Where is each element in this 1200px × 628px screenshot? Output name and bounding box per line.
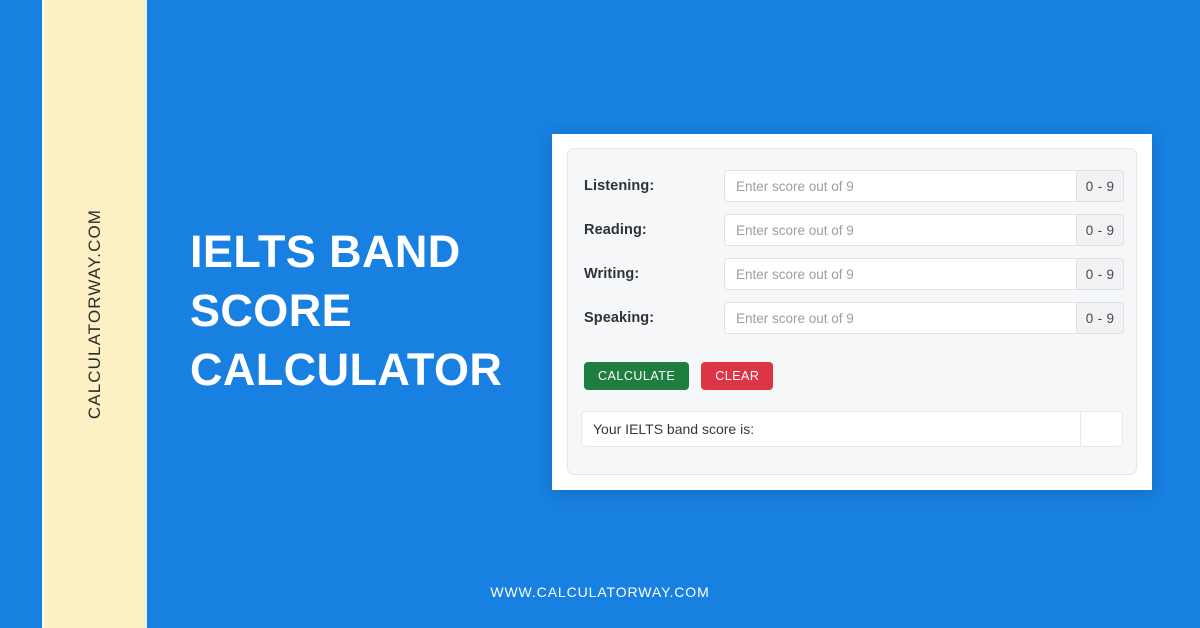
input-group-reading: 0 - 9 <box>724 214 1124 246</box>
form-row-reading: Reading: 0 - 9 <box>584 214 1124 246</box>
result-row: Your IELTS band score is: <box>581 411 1123 447</box>
input-group-writing: 0 - 9 <box>724 258 1124 290</box>
label-speaking: Speaking: <box>584 310 655 326</box>
input-group-speaking: 0 - 9 <box>724 302 1124 334</box>
footer-url: WWW.CALCULATORWAY.COM <box>490 584 710 600</box>
label-writing: Writing: <box>584 266 640 282</box>
result-value <box>1081 412 1122 446</box>
speaking-score-input[interactable] <box>724 302 1076 334</box>
calculate-button[interactable]: CALCULATE <box>584 362 690 390</box>
calculator-panel: Listening: 0 - 9 Reading: 0 - 9 Writing:… <box>567 148 1137 475</box>
reading-score-input[interactable] <box>724 214 1076 246</box>
speaking-range-addon: 0 - 9 <box>1076 302 1124 334</box>
page-title-line-2: SCORE <box>190 285 353 336</box>
reading-range-addon: 0 - 9 <box>1076 214 1124 246</box>
listening-score-input[interactable] <box>724 170 1076 202</box>
writing-range-addon: 0 - 9 <box>1076 258 1124 290</box>
page-title-line-3: CALCULATOR <box>190 344 503 395</box>
page-title: IELTS BAND SCORE CALCULATOR <box>190 222 530 399</box>
form-row-speaking: Speaking: 0 - 9 <box>584 302 1124 334</box>
vertical-brand-text: CALCULATORWAY.COM <box>84 208 104 420</box>
left-accent-strip: CALCULATORWAY.COM <box>42 0 147 628</box>
clear-button[interactable]: CLEAR <box>701 362 774 390</box>
result-label: Your IELTS band score is: <box>582 412 1081 446</box>
form-row-writing: Writing: 0 - 9 <box>584 258 1124 290</box>
form-row-listening: Listening: 0 - 9 <box>584 170 1124 202</box>
label-listening: Listening: <box>584 178 655 194</box>
input-group-listening: 0 - 9 <box>724 170 1124 202</box>
listening-range-addon: 0 - 9 <box>1076 170 1124 202</box>
calculator-card: Listening: 0 - 9 Reading: 0 - 9 Writing:… <box>552 134 1152 490</box>
page-title-line-1: IELTS BAND <box>190 226 461 277</box>
writing-score-input[interactable] <box>724 258 1076 290</box>
label-reading: Reading: <box>584 222 647 238</box>
action-button-bar: CALCULATE CLEAR <box>584 362 774 390</box>
